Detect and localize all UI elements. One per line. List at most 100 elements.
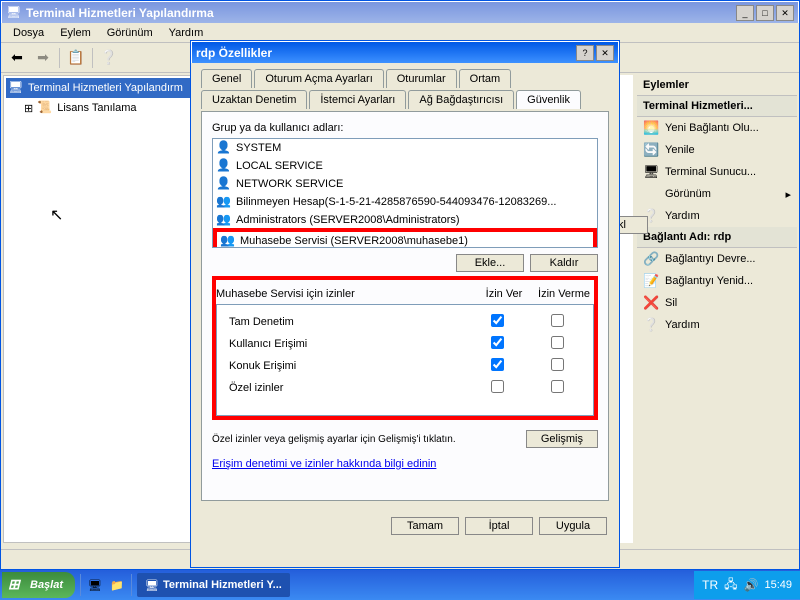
actions-panel: Eylemler Terminal Hizmetleri... 🌅Yeni Ba… — [637, 75, 797, 543]
chevron-right-icon: ▸ — [785, 188, 791, 201]
user-item[interactable]: 👥Administrators (SERVER2008\Administrato… — [213, 211, 597, 229]
user-item[interactable]: 👤SYSTEM — [213, 139, 597, 157]
security-tab-content: Grup ya da kullanıcı adları: 👤SYSTEM👤LOC… — [201, 111, 609, 501]
tab-strip: Genel Oturum Açma Ayarları Oturumlar Ort… — [201, 69, 609, 111]
tray-network-icon[interactable]: 🖧 — [724, 575, 737, 596]
learn-link[interactable]: Erişim denetimi ve izinler hakkında bilg… — [212, 458, 436, 470]
action-item[interactable]: ❔Yardım — [637, 205, 797, 227]
quicklaunch-desktop[interactable]: 🖥 — [85, 575, 105, 595]
advanced-button[interactable]: Gelişmiş — [526, 430, 598, 448]
user-label: Administrators (SERVER2008\Administrator… — [236, 214, 460, 226]
user-item[interactable]: 👤NETWORK SERVICE — [213, 175, 597, 193]
action-icon: 📝 — [643, 273, 659, 289]
selected-user-highlight: 👥Muhasebe Servisi (SERVER2008\muhasebe1) — [213, 228, 597, 248]
ok-button[interactable]: Tamam — [391, 517, 459, 535]
props-button[interactable]: 📋 — [64, 46, 88, 70]
forward-button[interactable]: ➡ — [31, 46, 55, 70]
apply-button[interactable]: Uygula — [539, 517, 607, 535]
quicklaunch-explorer[interactable]: 📁 — [107, 575, 127, 595]
tab-logon[interactable]: Oturum Açma Ayarları — [254, 69, 383, 88]
action-item[interactable]: ❔Yardım — [637, 314, 797, 336]
user-label: Bilinmeyen Hesap(S-1-5-21-4285876590-544… — [236, 196, 556, 208]
deny-checkbox[interactable] — [551, 314, 564, 327]
action-label: Terminal Sunucu... — [665, 166, 756, 178]
app-icon: 🖥 — [6, 5, 22, 21]
tray-sound-icon[interactable]: 🔊 — [744, 578, 759, 592]
tab-general[interactable]: Genel — [201, 69, 252, 88]
action-item[interactable]: 🖥Terminal Sunucu... — [637, 161, 797, 183]
action-label: Yenile — [665, 144, 695, 156]
permission-row: Tam Denetim — [223, 311, 587, 333]
tab-sessions[interactable]: Oturumlar — [386, 69, 457, 88]
taskbar-item[interactable]: 🖥 Terminal Hizmetleri Y... — [137, 573, 290, 597]
start-label: Başlat — [30, 579, 63, 591]
dialog-close-button[interactable]: ✕ — [596, 45, 614, 61]
tab-network-adapter[interactable]: Ağ Bağdaştırıcısı — [408, 90, 514, 109]
lang-indicator[interactable]: TR — [702, 578, 718, 592]
tree-child[interactable]: ⊞ 📜 Lisans Tanılama — [6, 98, 200, 118]
properties-dialog: rdp Özellikler ? ✕ Genel Oturum Açma Aya… — [190, 40, 620, 568]
tree-child-label: Lisans Tanılama — [57, 102, 136, 114]
user-icon: 👥 — [216, 194, 232, 210]
deny-checkbox[interactable] — [551, 380, 564, 393]
user-item[interactable]: 👥Muhasebe Servisi (SERVER2008\muhasebe1) — [217, 232, 593, 248]
add-button[interactable]: Ekle... — [456, 254, 524, 272]
user-item[interactable]: 👤LOCAL SERVICE — [213, 157, 597, 175]
actions-group1-title: Terminal Hizmetleri... — [637, 96, 797, 117]
action-label: Yardım — [665, 319, 700, 331]
dialog-titlebar[interactable]: rdp Özellikler ? ✕ — [191, 41, 619, 63]
action-item[interactable]: 📝Bağlantıyı Yenid... — [637, 270, 797, 292]
tab-security[interactable]: Güvenlik — [516, 90, 581, 109]
tab-client-settings[interactable]: İstemci Ayarları — [309, 90, 406, 109]
close-button[interactable]: ✕ — [776, 5, 794, 21]
allow-checkbox[interactable] — [491, 314, 504, 327]
perm-label: Muhasebe Servisi için izinler — [216, 288, 474, 300]
deny-checkbox[interactable] — [551, 336, 564, 349]
tree-root-label: Terminal Hizmetleri Yapılandırm — [28, 82, 183, 94]
tab-remote-control[interactable]: Uzaktan Denetim — [201, 90, 307, 109]
action-item[interactable]: 🔄 Yenile — [637, 139, 797, 161]
action-icon: 🔄 — [643, 142, 659, 158]
action-item[interactable]: 🔗Bağlantıyı Devre... — [637, 248, 797, 270]
user-item[interactable]: 👥 Bilinmeyen Hesap(S-1-5-21-4285876590-54… — [213, 193, 597, 211]
main-title: Terminal Hizmetleri Yapılandırma — [26, 6, 736, 20]
dialog-help-button[interactable]: ? — [576, 45, 594, 61]
minimize-button[interactable]: _ — [736, 5, 754, 21]
action-item[interactable]: 🌅Yeni Bağlantı Olu... — [637, 117, 797, 139]
clock[interactable]: 15:49 — [764, 579, 792, 591]
permission-row: Özel izinler — [223, 377, 587, 399]
tree-expand-icon[interactable]: ⊞ — [24, 102, 33, 115]
user-icon: 👤 — [216, 176, 232, 192]
user-icon: 👤 — [216, 158, 232, 174]
deny-checkbox[interactable] — [551, 358, 564, 371]
help-button[interactable]: ❔ — [97, 46, 121, 70]
taskbar: ⊞ Başlat 🖥 📁 🖥 Terminal Hizmetleri Y... … — [0, 570, 800, 600]
user-label: SYSTEM — [236, 142, 281, 154]
windows-icon: ⊞ — [8, 576, 26, 594]
tree-panel: 🖥 Terminal Hizmetleri Yapılandırm ⊞ 📜 Li… — [3, 75, 203, 543]
menu-action[interactable]: Eylem — [52, 25, 99, 40]
menu-file[interactable]: Dosya — [5, 25, 52, 40]
user-list[interactable]: 👤SYSTEM👤LOCAL SERVICE👤NETWORK SERVICE👥Bi… — [212, 138, 598, 248]
action-item[interactable]: ❌Sil — [637, 292, 797, 314]
maximize-button[interactable]: □ — [756, 5, 774, 21]
allow-checkbox[interactable] — [491, 380, 504, 393]
allow-checkbox[interactable] — [491, 358, 504, 371]
tab-environment[interactable]: Ortam — [459, 69, 512, 88]
permission-name: Tam Denetim — [223, 316, 467, 328]
permission-name: Özel izinler — [223, 382, 467, 394]
permission-row: Kullanıcı Erişimi — [223, 333, 587, 355]
action-label: Bağlantıyı Devre... — [665, 253, 756, 265]
license-icon: 📜 — [37, 100, 53, 116]
permission-name: Konuk Erişimi — [223, 360, 467, 372]
task-icon: 🖥 — [145, 579, 159, 592]
tree-root[interactable]: 🖥 Terminal Hizmetleri Yapılandırm — [6, 78, 200, 98]
remove-button[interactable]: Kaldır — [530, 254, 598, 272]
start-button[interactable]: ⊞ Başlat — [2, 572, 75, 598]
cancel-button[interactable]: İptal — [465, 517, 533, 535]
menu-view[interactable]: Görünüm — [99, 25, 161, 40]
menu-help[interactable]: Yardım — [161, 25, 212, 40]
back-button[interactable]: ⬅ — [5, 46, 29, 70]
allow-checkbox[interactable] — [491, 336, 504, 349]
action-item[interactable]: Görünüm ▸ — [637, 183, 797, 205]
